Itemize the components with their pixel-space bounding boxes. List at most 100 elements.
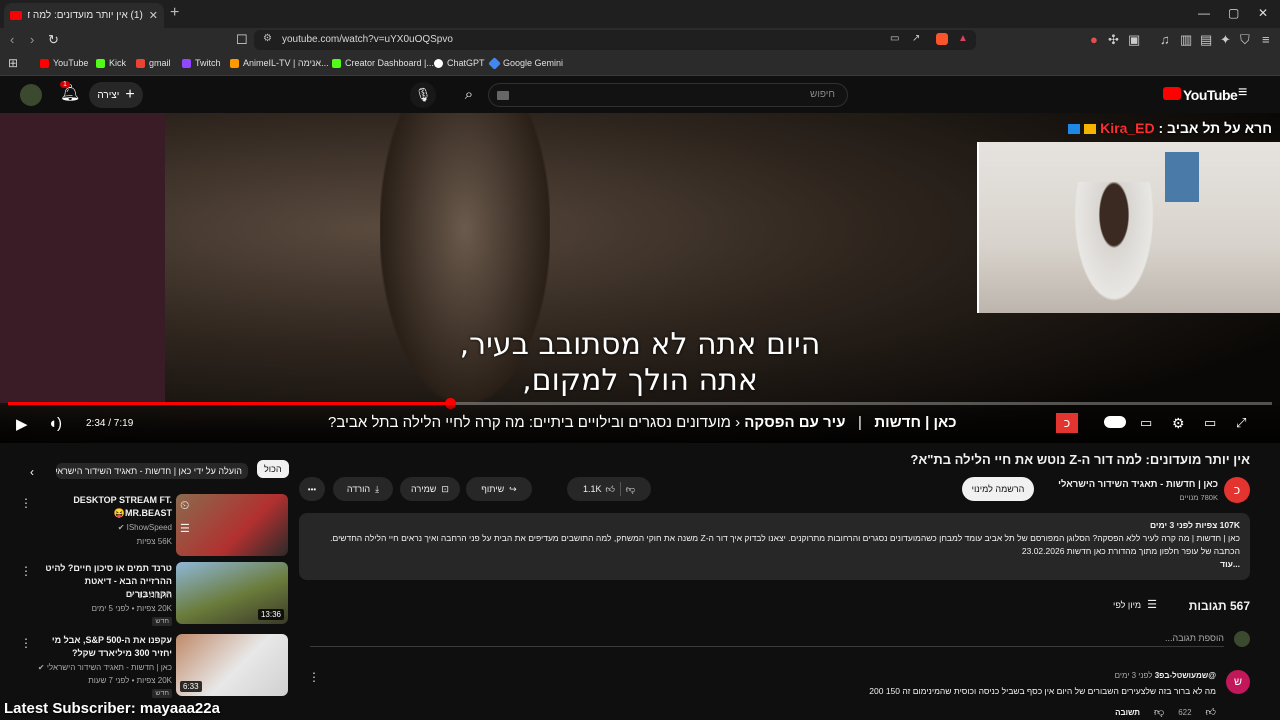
subscribe-button[interactable]: הרשמה למינוי: [962, 477, 1034, 501]
keyboard-icon[interactable]: [497, 91, 509, 100]
add-comment-input[interactable]: הוספת תגובה...: [310, 633, 1224, 647]
vpn-icon[interactable]: ⛉: [1240, 32, 1250, 48]
media-icon[interactable]: ♫: [1160, 32, 1170, 47]
more-options-icon[interactable]: ⋮: [20, 636, 32, 650]
thumbnail[interactable]: ⏲ ☰: [176, 494, 288, 556]
minimize-icon[interactable]: —: [1198, 6, 1210, 20]
browser-tab[interactable]: (1) אין יותר מועדונים: למה דור ✕: [4, 3, 164, 28]
share-page-icon[interactable]: ↗: [912, 33, 920, 44]
close-window-icon[interactable]: ✕: [1258, 6, 1268, 20]
url-text: youtube.com/watch?v=uYX0uOQSpvo: [282, 34, 453, 45]
sidebar-icon[interactable]: ▥: [1180, 32, 1192, 48]
close-tab-icon[interactable]: ✕: [149, 9, 158, 22]
twitch-icon: [182, 58, 191, 68]
recommendation-item[interactable]: ⋮ ⏲ ☰ DESKTOP STREAM FT. MR.BEAST😝 IShow…: [14, 494, 289, 562]
wallet-icon[interactable]: ▤: [1200, 32, 1212, 48]
watch-later-icon[interactable]: ⏲: [180, 498, 189, 513]
voice-search-icon[interactable]: 🎙︎: [410, 82, 436, 108]
player-controls: ▶ ◖) 2:34 / 7:19 כאן | חדשות | עיר עם הפ…: [0, 405, 1280, 443]
description-more-link[interactable]: ...עוד: [309, 558, 1240, 571]
maximize-icon[interactable]: ▢: [1228, 6, 1239, 20]
menu-icon[interactable]: ≡: [1262, 32, 1270, 47]
youtube-logo-icon[interactable]: [1163, 87, 1181, 100]
add-to-queue-icon[interactable]: ☰: [180, 522, 190, 535]
share-button[interactable]: שיתוף ↪: [466, 477, 532, 501]
thumbnail[interactable]: 13:36: [176, 562, 288, 624]
comment-more-options-icon[interactable]: ⋮: [308, 670, 320, 684]
avatar[interactable]: [20, 84, 42, 106]
comment-dislike-icon[interactable]: 👎︎: [1154, 706, 1164, 718]
more-options-icon[interactable]: ⋮: [20, 496, 32, 510]
hamburger-menu-icon[interactable]: ≡: [1238, 84, 1247, 102]
channel-avatar[interactable]: כ: [1224, 477, 1250, 503]
apps-grid-icon[interactable]: ⊞: [8, 56, 18, 70]
extension-record-icon[interactable]: ●: [1090, 32, 1098, 47]
create-button[interactable]: יצירה +: [89, 82, 143, 108]
sort-by-button[interactable]: מיון לפי ☰: [1113, 598, 1157, 611]
download-button[interactable]: הורדה ⤓: [333, 477, 393, 501]
recommendation-channel[interactable]: IShowSpeed ✔: [32, 523, 172, 532]
crown-icon: [1084, 124, 1097, 135]
chevron-left-icon[interactable]: ‹: [30, 465, 34, 479]
bookmark-kick[interactable]: Kick: [96, 58, 126, 68]
rewards-icon[interactable]: ▲: [958, 33, 968, 44]
bookmark-icon[interactable]: ☐: [236, 32, 248, 48]
site-info-icon[interactable]: ⚙: [263, 33, 272, 44]
brave-shield-icon[interactable]: [936, 33, 948, 45]
search-input[interactable]: חיפוש: [488, 83, 848, 107]
description-line-2: הכתבה של עופר חלפון מתוך מהדורת כאן חדשו…: [1021, 546, 1240, 556]
youtube-logo-text[interactable]: YouTube: [1183, 87, 1238, 103]
channel-name[interactable]: כאן | חדשות - תאגיד השידור הישראלי: [1038, 479, 1218, 490]
comment-author[interactable]: @שמעושטל-בפ3: [1155, 671, 1216, 680]
autoplay-toggle[interactable]: [1104, 416, 1126, 428]
new-tab-button[interactable]: +: [170, 4, 179, 22]
bookmark-gemini[interactable]: Google Gemini: [488, 56, 563, 70]
forward-icon[interactable]: ›: [30, 32, 34, 47]
play-icon[interactable]: ▶: [16, 415, 28, 433]
back-icon[interactable]: ‹: [10, 32, 14, 47]
more-actions-button[interactable]: •••: [299, 477, 325, 501]
bookmark-gmail[interactable]: gmail: [136, 58, 171, 68]
like-button[interactable]: 1.1K 👍︎: [583, 484, 615, 495]
thumbnail[interactable]: 6:33: [176, 634, 288, 696]
wall-poster: [1165, 152, 1199, 202]
cast-icon[interactable]: ▭: [890, 33, 899, 44]
captions-icon[interactable]: ▭: [1140, 415, 1152, 431]
thumbs-down-icon[interactable]: 👎︎: [626, 484, 635, 495]
comment-like-icon[interactable]: 👍︎: [1206, 706, 1216, 718]
bookmark-youtube[interactable]: YouTube: [40, 58, 88, 68]
reload-icon[interactable]: ↻: [48, 32, 59, 48]
volume-icon[interactable]: ◖): [48, 415, 62, 432]
streamer-name: Kira_ED: [1100, 120, 1155, 136]
leo-ai-icon[interactable]: ✦: [1220, 32, 1231, 48]
more-options-icon[interactable]: ⋮: [20, 564, 32, 578]
description-box[interactable]: 107K צפיות לפני 3 ימים כאן | חדשות | מה …: [299, 513, 1250, 580]
recommendation-item[interactable]: ⋮ 6:33 עקפנו את ה-S&P 500, אבל מי יחזיר …: [14, 634, 289, 702]
extensions-icon[interactable]: ✣: [1108, 32, 1119, 48]
comment-avatar[interactable]: ש: [1226, 670, 1250, 694]
recommendation-channel[interactable]: חדשות 13 ✔: [32, 591, 172, 600]
save-button[interactable]: שמירה ⊡: [400, 477, 460, 501]
bookmark-chatgpt[interactable]: ChatGPT: [434, 58, 485, 68]
address-bar[interactable]: ⚙ youtube.com/watch?v=uYX0uOQSpvo ▭ ↗ ▲: [254, 30, 976, 50]
subscriber-count: 780K מנויים: [1179, 493, 1218, 502]
theater-mode-icon[interactable]: ▭: [1204, 415, 1216, 431]
bookmark-creator-dashboard[interactable]: Creator Dashboard |...: [332, 58, 434, 68]
bookmark-label: gmail: [149, 58, 171, 68]
bookmark-twitch[interactable]: Twitch: [182, 58, 221, 68]
comment-reply-button[interactable]: תשובה: [1115, 708, 1140, 717]
chip-all[interactable]: הכול: [257, 460, 289, 478]
recommendation-channel[interactable]: כאן | חדשות - תאגיד השידור הישראלי ✔: [32, 663, 172, 672]
extension-icon[interactable]: ▣: [1128, 32, 1140, 48]
chip-uploaded-by[interactable]: הועלה על ידי כאן | חדשות - תאגיד השידור …: [56, 463, 248, 479]
recommendation-item[interactable]: ⋮ 13:36 טרנד תמים או סיכון חיים? להיט הה…: [14, 562, 289, 630]
search-icon[interactable]: ⌕: [452, 82, 486, 108]
settings-gear-icon[interactable]: ⚙: [1172, 415, 1185, 432]
chapter-title[interactable]: כאן | חדשות | עיר עם הפסקה ‹ מועדונים נס…: [328, 414, 1084, 431]
video-player[interactable]: היום אתה לא מסתובב בעיר, אתה הולך למקום,…: [0, 113, 1280, 443]
fullscreen-icon[interactable]: ⤢: [1236, 415, 1246, 431]
new-badge: חדש: [152, 617, 172, 626]
chapter-text: מועדונים נסגרים ובילויים ביתיים: מה קרה …: [328, 414, 731, 431]
bookmark-animeil[interactable]: AnimeIL-TV | אנימה...: [230, 58, 329, 68]
comment-like-count: 622: [1178, 707, 1192, 717]
